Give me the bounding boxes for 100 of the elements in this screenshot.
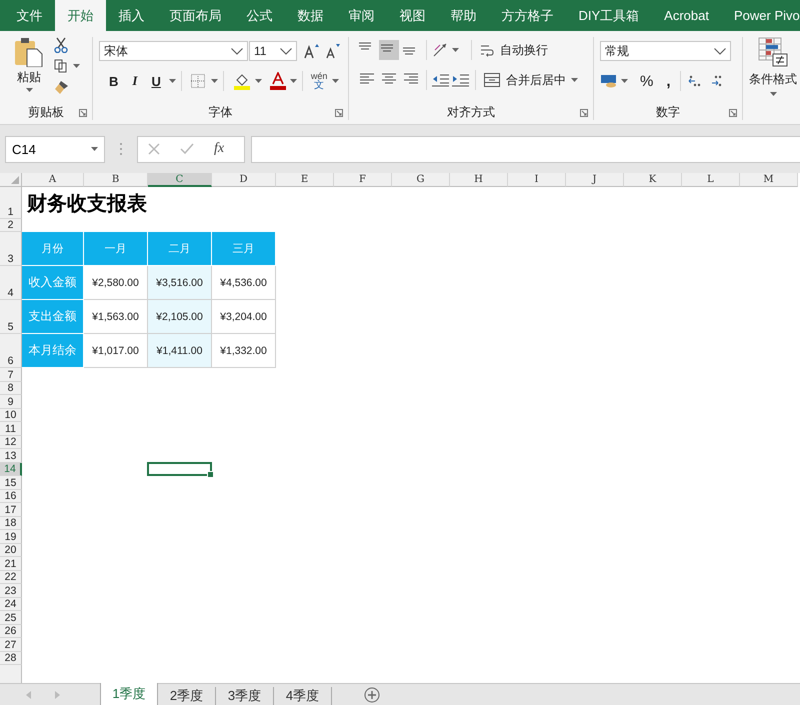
font-color-icon[interactable]: [270, 72, 286, 90]
caret-icon[interactable]: [210, 79, 218, 83]
column-header[interactable]: D: [212, 173, 276, 187]
row-header[interactable]: 18: [0, 516, 22, 530]
ribbon-tab[interactable]: Power Pivo: [721, 0, 800, 31]
row-header[interactable]: 2: [0, 219, 22, 232]
caret-icon[interactable]: [571, 78, 578, 82]
column-header[interactable]: L: [682, 173, 740, 187]
row-header[interactable]: 19: [0, 530, 22, 544]
column-header[interactable]: F: [334, 173, 392, 187]
sheet-tab[interactable]: 3季度: [216, 687, 274, 705]
add-sheet-icon[interactable]: [364, 686, 380, 702]
sheet-tab[interactable]: 4季度: [274, 687, 332, 705]
column-header[interactable]: E: [276, 173, 334, 187]
bold-button[interactable]: B: [103, 72, 124, 90]
row-header[interactable]: 12: [0, 436, 22, 449]
number-format-dropdown[interactable]: 常规: [600, 41, 731, 61]
ribbon-tab[interactable]: 数据: [285, 0, 336, 31]
column-header[interactable]: A: [22, 173, 84, 187]
row-header[interactable]: 14: [0, 462, 22, 476]
ribbon-tab[interactable]: DIY工具箱: [566, 0, 652, 31]
dialog-launcher-icon[interactable]: [79, 109, 87, 117]
phonetic-guide-button[interactable]: wén 文: [308, 71, 330, 91]
name-box[interactable]: C14: [5, 136, 105, 162]
currency-icon[interactable]: [600, 73, 618, 89]
dialog-launcher-icon[interactable]: [729, 109, 737, 117]
grow-font-icon[interactable]: [304, 43, 320, 59]
row-header[interactable]: 11: [0, 422, 22, 436]
caret-icon[interactable]: [254, 79, 262, 83]
row-header[interactable]: 9: [0, 395, 22, 408]
row-header[interactable]: 15: [0, 476, 22, 490]
row-header[interactable]: 10: [0, 408, 22, 422]
row-header[interactable]: 8: [0, 382, 22, 395]
sheet-tab[interactable]: 2季度: [158, 687, 216, 705]
column-header[interactable]: J: [566, 173, 624, 187]
merge-center-button[interactable]: 合并后居中: [481, 70, 569, 90]
caret-icon[interactable]: [452, 48, 459, 52]
row-header[interactable]: 13: [0, 449, 22, 462]
column-header[interactable]: H: [450, 173, 508, 187]
row-header[interactable]: 3: [0, 232, 22, 266]
caret-icon[interactable]: [26, 88, 32, 92]
ribbon-tab[interactable]: 视图: [387, 0, 438, 31]
ribbon-tab[interactable]: 审阅: [336, 0, 387, 31]
increase-indent-icon[interactable]: [452, 72, 470, 88]
font-size-dropdown[interactable]: 11: [249, 41, 297, 61]
row-header[interactable]: 7: [0, 368, 22, 382]
italic-button[interactable]: I: [126, 72, 144, 90]
column-header[interactable]: B: [84, 173, 148, 187]
row-header[interactable]: 23: [0, 584, 22, 598]
fill-color-icon[interactable]: [232, 72, 251, 90]
grip-icon[interactable]: [119, 142, 123, 156]
row-header[interactable]: 26: [0, 624, 22, 638]
row-header[interactable]: 5: [0, 300, 22, 334]
paste-button[interactable]: 粘贴: [10, 37, 48, 104]
row-header[interactable]: 17: [0, 503, 22, 516]
ribbon-tab[interactable]: 公式: [234, 0, 285, 31]
ribbon-tab[interactable]: 方方格子: [489, 0, 566, 31]
row-header[interactable]: 27: [0, 638, 22, 652]
increase-decimal-icon[interactable]: [686, 73, 703, 89]
caret-icon[interactable]: [290, 79, 297, 83]
row-header[interactable]: 20: [0, 544, 22, 557]
row-header[interactable]: 1: [0, 187, 22, 219]
font-name-dropdown[interactable]: 宋体: [99, 41, 248, 61]
caret-icon[interactable]: [770, 92, 776, 96]
column-header[interactable]: M: [740, 173, 798, 187]
caret-icon[interactable]: [621, 79, 628, 83]
caret-icon[interactable]: [332, 79, 340, 83]
row-header[interactable]: 16: [0, 490, 22, 503]
conditional-formatting-button[interactable]: 条件格式: [749, 37, 797, 120]
ribbon-tab[interactable]: 页面布局: [157, 0, 234, 31]
column-header[interactable]: K: [624, 173, 682, 187]
ribbon-tab[interactable]: 文件: [4, 0, 55, 31]
shrink-font-icon[interactable]: [325, 43, 341, 59]
formula-input[interactable]: [251, 136, 800, 162]
column-header[interactable]: I: [508, 173, 566, 187]
comma-button[interactable]: ,: [663, 72, 674, 90]
brush-icon[interactable]: [54, 79, 70, 95]
column-header[interactable]: G: [392, 173, 450, 187]
row-header[interactable]: 24: [0, 598, 22, 611]
ribbon-tab[interactable]: Acrobat: [652, 0, 722, 31]
row-header[interactable]: 4: [0, 266, 22, 300]
row-header[interactable]: 22: [0, 570, 22, 584]
dialog-launcher-icon[interactable]: [580, 109, 588, 117]
row-header[interactable]: 21: [0, 557, 22, 570]
ribbon-tab[interactable]: 开始: [55, 0, 106, 31]
row-header[interactable]: 6: [0, 334, 22, 368]
percent-button[interactable]: %: [637, 72, 656, 90]
wrap-text-button[interactable]: 自动换行: [477, 40, 551, 60]
underline-button[interactable]: U: [145, 72, 167, 90]
insert-function-button[interactable]: fx: [214, 141, 224, 157]
decrease-indent-icon[interactable]: [432, 72, 450, 88]
ribbon-tab[interactable]: 插入: [106, 0, 157, 31]
dialog-launcher-icon[interactable]: [335, 109, 343, 117]
row-header[interactable]: 28: [0, 652, 22, 665]
ribbon-tab[interactable]: 帮助: [438, 0, 489, 31]
column-header[interactable]: C: [148, 173, 212, 187]
sheet-tab[interactable]: 1季度: [100, 683, 158, 705]
borders-icon[interactable]: [190, 74, 205, 88]
row-header[interactable]: 25: [0, 611, 22, 624]
scissors-icon[interactable]: [54, 37, 68, 53]
